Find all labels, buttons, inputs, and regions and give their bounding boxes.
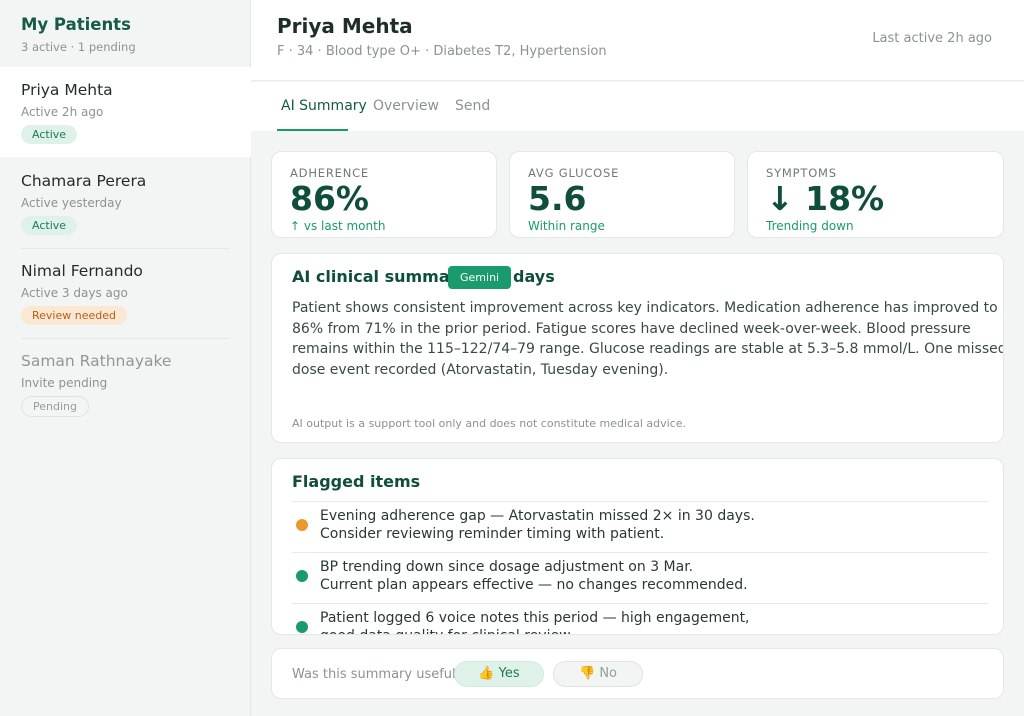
stat-note: ↑ vs last month <box>290 219 386 233</box>
feedback-question: Was this summary useful? <box>292 667 463 682</box>
flagged-line: Current plan appears effective — no chan… <box>320 577 748 593</box>
stat-card-avg-glucose: AVG GLUCOSE 5.6 Within range <box>509 151 735 238</box>
feedback-yes-button[interactable]: 👍 Yes <box>454 661 544 687</box>
patient-status: Invite pending <box>21 376 108 390</box>
status-badge: Active <box>21 216 78 235</box>
flagged-line: BP trending down since dosage adjustment… <box>320 559 694 575</box>
ok-dot-icon <box>296 621 308 633</box>
stat-value: 5.6 <box>528 179 587 218</box>
patient-meta: F · 34 · Blood type O+ · Diabetes T2, Hy… <box>277 44 607 59</box>
tab-overview[interactable]: Overview <box>373 98 439 114</box>
patient-item-priya-mehta[interactable]: Priya Mehta Active 2h ago Active <box>0 67 251 157</box>
gemini-badge: Gemini <box>448 266 512 289</box>
feedback-bar: Was this summary useful? 👍 Yes 👎 No <box>271 648 1004 699</box>
patient-item-saman-rathnayake[interactable]: Saman Rathnayake Invite pending Pending <box>0 338 251 428</box>
patient-status: Active 2h ago <box>21 105 104 119</box>
sidebar-header: My Patients 3 active · 1 pending <box>0 0 250 67</box>
patient-name: Chamara Perera <box>21 172 147 190</box>
last-active: Last active 2h ago <box>872 31 992 46</box>
tab-ai-summary[interactable]: AI Summary <box>281 98 367 114</box>
stat-label: AVG GLUCOSE <box>528 166 620 180</box>
patient-sidebar: My Patients 3 active · 1 pending Priya M… <box>0 0 251 716</box>
status-badge: Active <box>21 125 78 144</box>
flagged-items-card: Flagged items Evening adherence gap — At… <box>271 458 1004 635</box>
patient-name: Priya Mehta <box>21 81 113 99</box>
stat-label: ADHERENCE <box>290 166 369 180</box>
status-badge: Review needed <box>21 306 127 325</box>
warning-dot-icon <box>296 519 308 531</box>
feedback-no-button[interactable]: 👎 No <box>553 661 643 687</box>
ok-dot-icon <box>296 570 308 582</box>
stat-label: SYMPTOMS <box>766 166 837 180</box>
flagged-item: Patient logged 6 voice notes this period… <box>292 603 988 634</box>
flagged-title: Flagged items <box>292 472 421 491</box>
flagged-line: Consider reviewing reminder timing with … <box>320 526 665 542</box>
stat-value: ↓ 18% <box>766 179 885 218</box>
patient-item-chamara-perera[interactable]: Chamara Perera Active yesterday Active <box>0 158 251 248</box>
summary-title: AI clinical summary · 30 days <box>292 267 555 286</box>
stat-note: Trending down <box>766 219 854 233</box>
flagged-line: Patient logged 6 voice notes this period… <box>320 610 750 626</box>
patient-status: Active 3 days ago <box>21 286 128 300</box>
tab-send[interactable]: Send <box>455 98 490 114</box>
disclaimer: AI output is a support tool only and doe… <box>292 417 686 430</box>
patient-name: Nimal Fernando <box>21 262 143 280</box>
patient-status: Active yesterday <box>21 196 122 210</box>
summary-text: Patient shows consistent improvement acr… <box>292 300 1004 378</box>
sidebar-subtitle: 3 active · 1 pending <box>21 40 136 54</box>
flagged-item: Evening adherence gap — Atorvastatin mis… <box>292 501 988 552</box>
status-badge: Pending <box>21 396 89 417</box>
stat-value: 86% <box>290 179 369 218</box>
stat-card-symptoms: SYMPTOMS ↓ 18% Trending down <box>747 151 1004 238</box>
active-tab-indicator <box>277 129 348 131</box>
sidebar-title: My Patients <box>21 15 131 34</box>
stat-note: Within range <box>528 219 605 233</box>
flagged-line: good data quality for clinical review. <box>320 627 988 634</box>
stat-card-adherence: ADHERENCE 86% ↑ vs last month <box>271 151 497 238</box>
flagged-item: BP trending down since dosage adjustment… <box>292 552 988 603</box>
flagged-line: Evening adherence gap — Atorvastatin mis… <box>320 508 755 524</box>
patient-item-nimal-fernando[interactable]: Nimal Fernando Active 3 days ago Review … <box>0 248 251 338</box>
ai-summary-card: AI clinical summary · 30 days Gemini Pat… <box>271 253 1004 443</box>
tab-bar: AI Summary Overview Send <box>251 82 1024 131</box>
patient-header: Priya Mehta F · 34 · Blood type O+ · Dia… <box>251 0 1024 81</box>
patient-name: Saman Rathnayake <box>21 352 172 370</box>
